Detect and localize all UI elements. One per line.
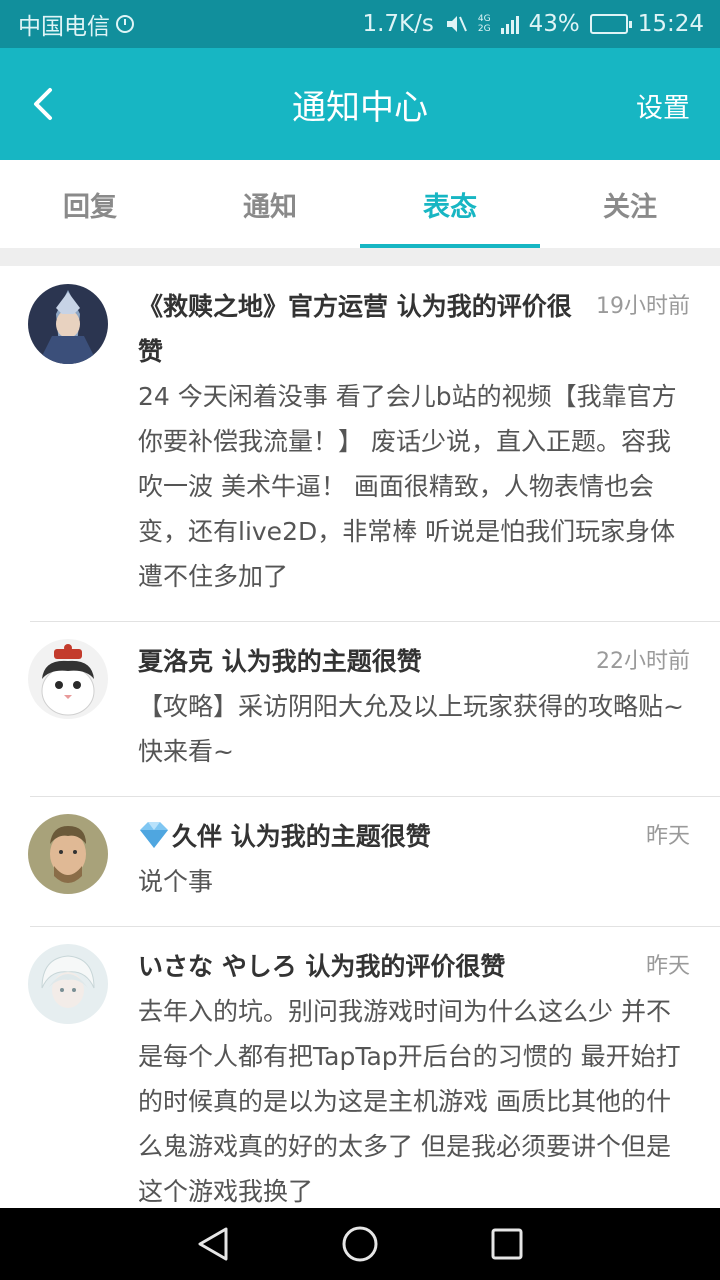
notification-title: いさな やしろ 认为我的评价很赞 xyxy=(138,952,506,981)
section-divider xyxy=(0,248,720,266)
network-type: 4G 2G xyxy=(478,14,491,34)
back-button[interactable] xyxy=(22,82,66,126)
network-type-bottom: 2G xyxy=(477,24,491,34)
notification-time: 昨天 xyxy=(645,954,690,979)
notification-item[interactable]: 《救赎之地》官方运营 认为我的评价很赞 19小时前 24 今天闲着没事 看了会儿… xyxy=(0,266,720,621)
tab-reply[interactable]: 回复 xyxy=(0,160,180,248)
status-right: 1.7K/s 4G 2G 43% 15:24 xyxy=(362,11,704,37)
knight-avatar-icon xyxy=(28,284,108,364)
avatar[interactable] xyxy=(28,284,108,364)
notification-list: 《救赎之地》官方运营 认为我的评价很赞 19小时前 24 今天闲着没事 看了会儿… xyxy=(0,266,720,1208)
notification-title-text: 久伴 认为我的主题很赞 xyxy=(172,822,431,851)
notification-item[interactable]: 久伴 认为我的主题很赞 昨天 说个事 xyxy=(0,796,720,926)
battery-icon xyxy=(589,14,632,34)
notification-body: 去年入的坑。别问我游戏时间为什么这么少 并不是每个人都有把TapTap开后台的习… xyxy=(138,997,681,1206)
recent-square-icon xyxy=(491,1228,523,1260)
notification-header: いさな やしろ 认为我的评价很赞 昨天 xyxy=(138,944,690,989)
notification-body: 24 今天闲着没事 看了会儿b站的视频【我靠官方你要补偿我流量！】 废话少说，直… xyxy=(138,382,677,591)
clock-time: 15:24 xyxy=(637,11,704,37)
mute-icon xyxy=(444,13,468,35)
nav-back-button[interactable] xyxy=(183,1214,243,1274)
alarm-icon xyxy=(116,15,134,33)
tab-follow[interactable]: 关注 xyxy=(540,160,720,248)
avatar[interactable] xyxy=(28,814,108,894)
notification-header: 久伴 认为我的主题很赞 昨天 xyxy=(138,814,690,859)
notification-body: 说个事 xyxy=(138,867,214,896)
signal-icon xyxy=(500,14,519,34)
status-left: 中国电信 xyxy=(18,7,134,41)
notification-title: 夏洛克 认为我的主题很赞 xyxy=(138,647,422,676)
notification-title: 《救赎之地》官方运营 认为我的评价很赞 xyxy=(138,292,572,366)
page-title: 通知中心 xyxy=(292,87,428,128)
notification-time: 22小时前 xyxy=(596,649,690,674)
notification-item[interactable]: 夏洛克 认为我的主题很赞 22小时前 【攻略】采访阴阳大允及以上玩家获得的攻略贴… xyxy=(0,621,720,796)
notification-time: 昨天 xyxy=(645,824,690,849)
notification-time: 19小时前 xyxy=(596,294,690,319)
tab-notice[interactable]: 通知 xyxy=(180,160,360,248)
app-header: 通知中心 设置 xyxy=(0,48,720,160)
man-avatar-icon xyxy=(28,814,108,894)
nav-home-button[interactable] xyxy=(330,1214,390,1274)
notification-body: 【攻略】采访阴阳大允及以上玩家获得的攻略贴~快来看~ xyxy=(138,692,684,766)
battery-percent: 43% xyxy=(528,11,580,37)
system-nav-bar xyxy=(0,1208,720,1280)
avatar[interactable] xyxy=(28,944,108,1024)
notification-header: 《救赎之地》官方运营 认为我的评价很赞 19小时前 xyxy=(138,284,690,374)
status-bar: 中国电信 1.7K/s 4G 2G 43% 15:24 xyxy=(0,0,720,48)
network-speed: 1.7K/s xyxy=(362,11,434,37)
tab-reaction[interactable]: 表态 xyxy=(360,160,540,248)
back-arrow-icon xyxy=(34,88,52,120)
notification-item[interactable]: いさな やしろ 认为我的评价很赞 昨天 去年入的坑。别问我游戏时间为什么这么少 … xyxy=(0,926,720,1208)
tab-bar: 回复 通知 表态 关注 xyxy=(0,160,720,248)
avatar[interactable] xyxy=(28,639,108,719)
anime-avatar-icon xyxy=(28,944,108,1024)
notification-header: 夏洛克 认为我的主题很赞 22小时前 xyxy=(138,639,690,684)
back-triangle-icon xyxy=(198,1227,228,1261)
home-circle-icon xyxy=(342,1226,378,1262)
nav-recent-button[interactable] xyxy=(477,1214,537,1274)
network-type-top: 4G xyxy=(477,14,491,24)
settings-button[interactable]: 设置 xyxy=(636,86,690,125)
app-root: 中国电信 1.7K/s 4G 2G 43% 15:24 通知中心 设置 回复 通… xyxy=(0,0,720,1280)
diamond-icon xyxy=(138,819,170,849)
notification-title: 久伴 认为我的主题很赞 xyxy=(138,814,646,859)
carrier-label: 中国电信 xyxy=(18,14,110,40)
cat-avatar-icon xyxy=(28,639,108,719)
